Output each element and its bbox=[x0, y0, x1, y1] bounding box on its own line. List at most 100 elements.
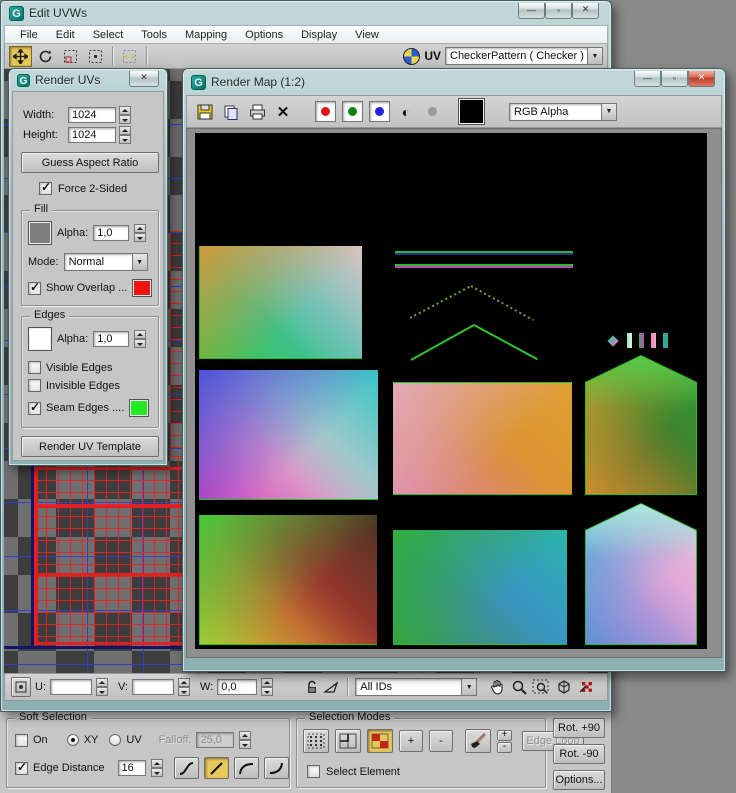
show-map-globe-icon[interactable] bbox=[403, 48, 420, 65]
menu-select[interactable]: Select bbox=[84, 28, 133, 42]
zoom-extents-icon[interactable] bbox=[555, 679, 573, 695]
edge-distance-checkbox[interactable] bbox=[15, 762, 28, 775]
menu-view[interactable]: View bbox=[346, 28, 388, 42]
vertex-mode-button[interactable] bbox=[303, 729, 329, 753]
rotate-minus-90-button[interactable]: Rot. -90 bbox=[553, 744, 605, 764]
edge-color-swatch[interactable] bbox=[28, 327, 52, 351]
xy-label: XY bbox=[84, 734, 99, 746]
render-uvs-titlebar[interactable]: G Render UVs ✕ bbox=[9, 69, 167, 91]
xy-radio[interactable] bbox=[67, 734, 79, 746]
options-button[interactable]: Options... bbox=[553, 770, 605, 790]
menu-display[interactable]: Display bbox=[292, 28, 346, 42]
falloff-input[interactable]: 25,0 bbox=[196, 732, 234, 748]
invisible-edges-checkbox[interactable] bbox=[28, 379, 41, 392]
blue-channel-toggle[interactable] bbox=[369, 101, 390, 122]
move-tool-button[interactable] bbox=[9, 46, 32, 67]
delete-icon[interactable]: ✕ bbox=[273, 103, 293, 121]
freeform-tool-button[interactable] bbox=[84, 46, 107, 67]
rendered-map-canvas[interactable] bbox=[195, 133, 707, 649]
copy-icon[interactable] bbox=[221, 103, 241, 121]
w-input[interactable]: 0,0 bbox=[217, 679, 257, 695]
menu-edit[interactable]: Edit bbox=[47, 28, 84, 42]
menu-file[interactable]: File bbox=[11, 28, 47, 42]
zoom-icon[interactable] bbox=[511, 679, 528, 696]
close-button[interactable]: ✕ bbox=[572, 3, 599, 19]
visible-edges-checkbox[interactable] bbox=[28, 361, 41, 374]
zoom-to-gizmo-icon[interactable] bbox=[577, 679, 595, 695]
overlap-color-swatch[interactable] bbox=[132, 279, 152, 297]
mirror-tool-button[interactable] bbox=[118, 46, 141, 67]
show-overlap-checkbox[interactable] bbox=[28, 282, 41, 295]
maximize-button[interactable]: ▫ bbox=[545, 3, 572, 19]
close-button[interactable]: ✕ bbox=[688, 71, 715, 87]
paint-size-down-button[interactable]: - bbox=[497, 742, 512, 753]
seam-edges-checkbox[interactable] bbox=[28, 402, 41, 415]
absolute-offset-toggle[interactable] bbox=[11, 677, 31, 697]
fill-alpha-input[interactable]: 1,0 bbox=[93, 225, 129, 241]
red-channel-toggle[interactable] bbox=[315, 101, 336, 122]
width-spinner[interactable] bbox=[119, 106, 131, 124]
v-input[interactable] bbox=[132, 679, 174, 695]
height-input[interactable]: 1024 bbox=[68, 127, 116, 143]
render-uv-template-button[interactable]: Render UV Template bbox=[21, 436, 159, 457]
guess-aspect-ratio-button[interactable]: Guess Aspect Ratio bbox=[21, 152, 159, 173]
minimize-button[interactable]: — bbox=[634, 71, 661, 87]
menu-mapping[interactable]: Mapping bbox=[176, 28, 236, 42]
minimize-button[interactable]: — bbox=[518, 3, 545, 19]
w-spinner[interactable] bbox=[261, 678, 273, 696]
v-spinner[interactable] bbox=[178, 678, 190, 696]
uv-radio[interactable] bbox=[109, 734, 121, 746]
edge-distance-spinner[interactable] bbox=[151, 759, 163, 777]
force-2sided-checkbox[interactable] bbox=[39, 182, 52, 195]
falloff-spinner[interactable] bbox=[239, 731, 251, 749]
paint-size-up-button[interactable]: + bbox=[497, 730, 512, 741]
select-element-checkbox[interactable] bbox=[307, 765, 320, 778]
green-channel-toggle[interactable] bbox=[342, 101, 363, 122]
background-color-swatch[interactable] bbox=[458, 98, 485, 125]
pan-hand-icon[interactable] bbox=[489, 678, 507, 696]
edge-alpha-input[interactable]: 1,0 bbox=[93, 331, 129, 347]
paint-select-button[interactable] bbox=[465, 729, 491, 753]
edge-distance-input[interactable]: 16 bbox=[118, 760, 146, 776]
fill-mode-dropdown[interactable]: Normal ▼ bbox=[64, 253, 148, 271]
edge-alpha-spinner[interactable] bbox=[134, 330, 146, 348]
fill-color-swatch[interactable] bbox=[28, 221, 52, 245]
channel-display-dropdown[interactable]: RGB Alpha ▼ bbox=[509, 103, 617, 121]
quick-transform-icon[interactable] bbox=[323, 680, 340, 694]
scale-tool-button[interactable] bbox=[59, 46, 82, 67]
dropdown-arrow-icon[interactable]: ▼ bbox=[587, 48, 602, 64]
edge-mode-button[interactable] bbox=[335, 729, 361, 753]
shrink-selection-button[interactable]: - bbox=[429, 730, 453, 752]
material-id-dropdown[interactable]: All IDs ▼ bbox=[355, 678, 477, 696]
menu-options[interactable]: Options bbox=[236, 28, 292, 42]
dropdown-arrow-icon[interactable]: ▼ bbox=[132, 254, 147, 270]
zoom-region-icon[interactable] bbox=[532, 679, 551, 696]
alpha-channel-icon[interactable]: ◐ bbox=[396, 103, 416, 121]
falloff-curve-linear-button[interactable] bbox=[204, 757, 229, 779]
rotate-tool-button[interactable] bbox=[34, 46, 57, 67]
grow-selection-button[interactable]: + bbox=[399, 730, 423, 752]
lock-selection-icon[interactable] bbox=[305, 680, 319, 695]
soft-selection-on-checkbox[interactable] bbox=[15, 734, 28, 747]
save-icon[interactable] bbox=[195, 103, 215, 121]
print-icon[interactable] bbox=[247, 103, 267, 121]
texture-list-dropdown[interactable]: CheckerPattern ( Checker ) ▼ bbox=[445, 47, 603, 65]
dropdown-arrow-icon[interactable]: ▼ bbox=[461, 679, 476, 695]
dropdown-arrow-icon[interactable]: ▼ bbox=[601, 104, 616, 120]
menu-tools[interactable]: Tools bbox=[132, 28, 176, 42]
u-input[interactable] bbox=[50, 679, 92, 695]
face-mode-button[interactable] bbox=[367, 729, 393, 753]
edit-uvws-titlebar[interactable]: G Edit UVWs — ▫ ✕ bbox=[1, 1, 611, 25]
falloff-curve-fast-button[interactable] bbox=[234, 757, 259, 779]
close-button[interactable]: ✕ bbox=[129, 71, 159, 87]
falloff-curve-smooth-button[interactable] bbox=[174, 757, 199, 779]
width-input[interactable]: 1024 bbox=[68, 107, 116, 123]
height-spinner[interactable] bbox=[119, 126, 131, 144]
render-map-titlebar[interactable]: G Render Map (1:2) — ▫ ✕ bbox=[183, 69, 725, 95]
fill-alpha-spinner[interactable] bbox=[134, 224, 146, 242]
maximize-button[interactable]: ▫ bbox=[661, 71, 688, 87]
falloff-curve-slow-button[interactable] bbox=[264, 757, 289, 779]
rotate-plus-90-button[interactable]: Rot. +90 bbox=[553, 718, 605, 738]
seam-color-swatch[interactable] bbox=[129, 399, 149, 417]
u-spinner[interactable] bbox=[96, 678, 108, 696]
